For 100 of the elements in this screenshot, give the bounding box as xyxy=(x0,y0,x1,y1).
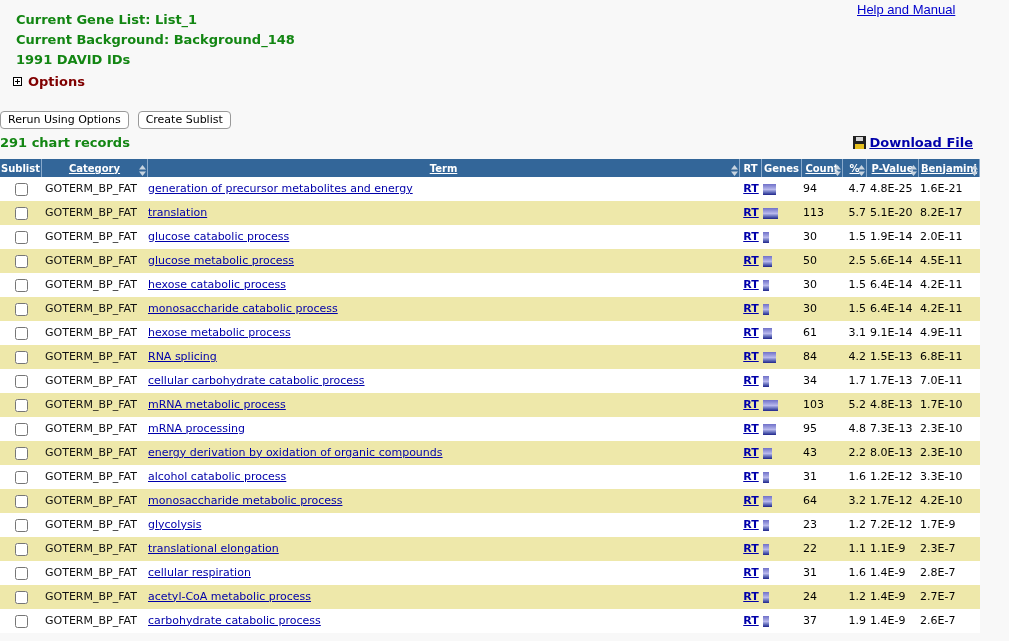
rt-link[interactable]: RT xyxy=(743,276,759,294)
row-checkbox[interactable] xyxy=(14,590,28,604)
rt-link[interactable]: RT xyxy=(743,564,759,582)
benjamini-cell: 4.2E-10 xyxy=(920,493,963,507)
sort-icon[interactable] xyxy=(971,165,978,176)
rt-link[interactable]: RT xyxy=(743,420,759,438)
rt-link[interactable]: RT xyxy=(743,492,759,510)
rt-link[interactable]: RT xyxy=(743,468,759,486)
sort-icon[interactable] xyxy=(858,165,865,176)
row-checkbox[interactable] xyxy=(14,446,28,460)
gene-count-bar[interactable] xyxy=(763,423,776,435)
gene-count-bar[interactable] xyxy=(763,399,778,411)
go-term-link[interactable]: hexose catabolic process xyxy=(148,277,286,291)
rt-link[interactable]: RT xyxy=(743,252,759,270)
rt-link[interactable]: RT xyxy=(743,348,759,366)
options-toggle[interactable]: Options xyxy=(28,72,85,92)
percent-cell: 4.2 xyxy=(848,349,866,363)
gene-count-bar[interactable] xyxy=(763,279,769,291)
gene-count-bar[interactable] xyxy=(763,231,769,243)
rt-link[interactable]: RT xyxy=(743,444,759,462)
category-cell: GOTERM_BP_FAT xyxy=(45,373,137,387)
rt-link[interactable]: RT xyxy=(743,180,759,198)
row-checkbox[interactable] xyxy=(14,422,28,436)
row-checkbox[interactable] xyxy=(14,398,28,412)
gene-count-bar[interactable] xyxy=(763,255,772,267)
row-checkbox[interactable] xyxy=(14,206,28,220)
gene-count-bar[interactable] xyxy=(763,327,772,339)
gene-count-bar[interactable] xyxy=(763,519,769,531)
go-term-link[interactable]: carbohydrate catabolic process xyxy=(148,613,321,627)
go-term-link[interactable]: alcohol catabolic process xyxy=(148,469,287,483)
rt-link[interactable]: RT xyxy=(743,516,759,534)
go-term-link[interactable]: monosaccharide metabolic process xyxy=(148,493,343,507)
go-term-link[interactable]: cellular carbohydrate catabolic process xyxy=(148,373,365,387)
gene-count-bar[interactable] xyxy=(763,471,769,483)
rt-link[interactable]: RT xyxy=(743,324,759,342)
rt-link[interactable]: RT xyxy=(743,204,759,222)
column-header-link[interactable]: P-Value xyxy=(871,160,914,176)
go-term-link[interactable]: generation of precursor metabolites and energy xyxy=(148,181,413,195)
row-checkbox[interactable] xyxy=(14,182,28,196)
download-link[interactable]: Download File xyxy=(869,132,973,152)
row-checkbox[interactable] xyxy=(14,470,28,484)
rt-link[interactable]: RT xyxy=(743,540,759,558)
gene-count-bar[interactable] xyxy=(763,447,772,459)
gene-count-bar[interactable] xyxy=(763,303,769,315)
records-count: 291 chart records xyxy=(0,133,130,152)
row-checkbox[interactable] xyxy=(14,326,28,340)
go-term-link[interactable]: RNA splicing xyxy=(148,349,217,363)
action-button[interactable]: Create Sublist xyxy=(137,110,231,129)
rt-link[interactable]: RT xyxy=(743,612,759,630)
gene-count-bar[interactable] xyxy=(763,375,769,387)
go-term-link[interactable]: acetyl-CoA metabolic process xyxy=(148,589,311,603)
go-term-link[interactable]: translational elongation xyxy=(148,541,279,555)
category-cell: GOTERM_BP_FAT xyxy=(45,421,137,435)
gene-count-bar[interactable] xyxy=(763,543,769,555)
percent-cell: 1.6 xyxy=(848,469,866,483)
gene-count-bar[interactable] xyxy=(763,351,776,363)
help-link[interactable]: Help and Manual xyxy=(857,0,956,20)
row-checkbox[interactable] xyxy=(14,566,28,580)
column-header-link[interactable]: Category xyxy=(68,160,121,176)
rt-link[interactable]: RT xyxy=(743,300,759,318)
row-checkbox[interactable] xyxy=(14,494,28,508)
row-checkbox[interactable] xyxy=(14,614,28,628)
column-header-link[interactable]: Count xyxy=(805,160,839,176)
go-term-link[interactable]: mRNA metabolic process xyxy=(148,397,286,411)
gene-count-bar[interactable] xyxy=(763,567,769,579)
column-header-link[interactable]: Benjamini xyxy=(920,160,978,176)
go-term-link[interactable]: translation xyxy=(148,205,208,219)
row-checkbox[interactable] xyxy=(14,230,28,244)
sort-icon[interactable] xyxy=(139,165,146,176)
rt-link[interactable]: RT xyxy=(743,228,759,246)
rt-link[interactable]: RT xyxy=(743,396,759,414)
gene-count-bar[interactable] xyxy=(763,495,772,507)
gene-count-bar[interactable] xyxy=(763,615,769,627)
go-term-link[interactable]: hexose metabolic process xyxy=(148,325,291,339)
row-checkbox[interactable] xyxy=(14,542,28,556)
go-term-link[interactable]: mRNA processing xyxy=(148,421,245,435)
rt-link[interactable]: RT xyxy=(743,372,759,390)
gene-count-bar[interactable] xyxy=(763,591,769,603)
row-checkbox[interactable] xyxy=(14,278,28,292)
row-checkbox[interactable] xyxy=(14,350,28,364)
gene-count-bar[interactable] xyxy=(763,207,778,219)
go-term-link[interactable]: glucose catabolic process xyxy=(148,229,290,243)
plus-box-icon[interactable] xyxy=(13,77,22,87)
column-header-link[interactable]: Term xyxy=(429,160,458,176)
go-term-link[interactable]: energy derivation by oxidation of organic compounds xyxy=(148,445,443,459)
go-term-link[interactable]: monosaccharide catabolic process xyxy=(148,301,338,315)
category-cell: GOTERM_BP_FAT xyxy=(45,277,137,291)
go-term-link[interactable]: glucose metabolic process xyxy=(148,253,294,267)
go-term-link[interactable]: cellular respiration xyxy=(148,565,251,579)
row-checkbox[interactable] xyxy=(14,518,28,532)
row-checkbox[interactable] xyxy=(14,302,28,316)
sort-icon[interactable] xyxy=(731,165,738,176)
rt-link[interactable]: RT xyxy=(743,588,759,606)
p-value-cell: 1.7E-12 xyxy=(870,493,913,507)
row-checkbox[interactable] xyxy=(14,254,28,268)
row-checkbox[interactable] xyxy=(14,374,28,388)
go-term-link[interactable]: glycolysis xyxy=(148,517,202,531)
gene-count-bar[interactable] xyxy=(763,183,776,195)
action-button[interactable]: Rerun Using Options xyxy=(0,110,129,129)
column-header-link[interactable]: % xyxy=(849,160,860,176)
